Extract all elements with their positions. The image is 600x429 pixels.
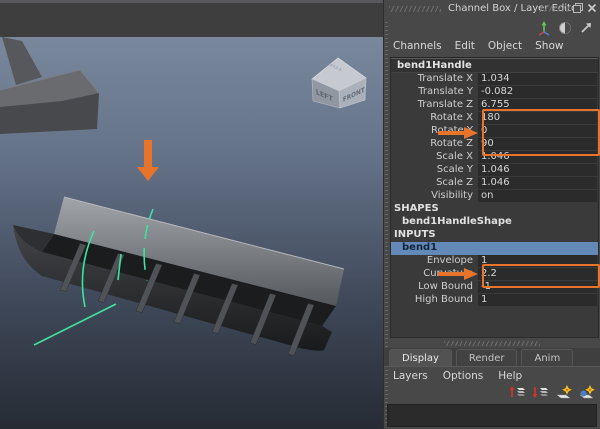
channel-row-scale-z[interactable]: Scale Z1.046 [391,177,598,190]
speed-dial-icon[interactable] [558,21,572,35]
panel-titlebar[interactable]: Channel Box / Layer Editor [384,0,600,18]
viewport-top-edge [0,0,383,3]
channel-box-panel: Channel Box / Layer Editor [383,0,600,429]
viewport-canvas[interactable]: LEFT FRONT TOP [0,0,383,429]
channel-value-rotate-x[interactable]: 180 [478,112,597,124]
tab-display[interactable]: Display [389,349,452,366]
hyperbolic-arrow-icon[interactable] [579,21,593,35]
channel-label-envelope[interactable]: Envelope [391,255,478,268]
channel-label-rotate-y[interactable]: Rotate Y [391,125,478,138]
channel-value-translate-x[interactable]: 1.034 [478,73,597,85]
channel-value-translate-z[interactable]: 6.755 [478,99,597,111]
channel-value-scale-y[interactable]: 1.046 [478,164,597,176]
layer-list-empty[interactable] [387,404,597,427]
channel-value-visibility[interactable]: on [478,190,597,202]
channel-row-rotate-z[interactable]: Rotate Z90 [391,138,598,151]
channel-value-rotate-y[interactable]: 0 [478,125,597,137]
channel-row-translate-z[interactable]: Translate Z6.755 [391,99,598,112]
channel-label-scale-y[interactable]: Scale Y [391,164,478,177]
node-header-bend1handle[interactable]: bend1Handle [391,58,598,73]
titlebar-drag-texture[interactable] [389,6,441,12]
channel-value-scale-x[interactable]: 1.046 [478,151,597,163]
channel-row-high-bound[interactable]: High Bound1 [391,294,598,307]
channel-value-envelope[interactable]: 1 [478,255,597,267]
close-panel-button[interactable] [586,2,598,14]
channel-row-rotate-x[interactable]: Rotate X180 [391,112,598,125]
move-layer-down-icon[interactable] [532,384,549,400]
channel-row-rotate-y[interactable]: Rotate Y0 [391,125,598,138]
channel-row-envelope[interactable]: Envelope1 [391,255,598,268]
channel-label-translate-y[interactable]: Translate Y [391,86,478,99]
menu-layers[interactable]: Layers [393,370,428,384]
restore-window-button[interactable] [572,2,584,14]
channel-label-translate-x[interactable]: Translate X [391,73,478,86]
channel-box: bend1Handle Translate X1.034Translate Y-… [390,57,599,338]
channelbox-menubar: Channels Edit Object Show [393,40,563,52]
section-row-shapes[interactable]: SHAPES [391,203,598,216]
channel-value-scale-z[interactable]: 1.046 [478,177,597,189]
channel-row-translate-x[interactable]: Translate X1.034 [391,73,598,86]
menu-show[interactable]: Show [535,40,563,52]
channel-value-curvature[interactable]: 2.2 [478,268,597,280]
titlebar-drag-texture[interactable] [538,6,570,12]
manipulator-axis-icon[interactable] [537,20,551,36]
tab-anim[interactable]: Anim [521,349,573,366]
channel-label-rotate-x[interactable]: Rotate X [391,112,478,125]
new-empty-layer-icon[interactable] [555,384,572,400]
channel-label-scale-z[interactable]: Scale Z [391,177,478,190]
channel-label-curvature[interactable]: Curvature [391,268,478,281]
channel-label-high-bound[interactable]: High Bound [391,294,478,307]
maya-window: LEFT FRONT TOP Channel Box / Layer Edito… [0,0,600,429]
channel-row-scale-x[interactable]: Scale X1.046 [391,151,598,164]
channel-row-curvature[interactable]: Curvature2.2 [391,268,598,281]
channel-label-visibility[interactable]: Visibility [391,190,478,203]
channel-value-low-bound[interactable]: -1 [478,281,597,293]
channel-row-low-bound[interactable]: Low Bound-1 [391,281,598,294]
channelbox-tool-icons [537,19,593,37]
menu-options[interactable]: Options [443,370,484,384]
layer-editor: Display Render Anim Layers Options Help [384,348,600,429]
layer-editor-menubar: Layers Options Help [384,367,600,384]
tab-render[interactable]: Render [456,349,518,366]
section-row-inputs[interactable]: INPUTS [391,229,598,242]
new-layer-from-selected-icon[interactable] [578,384,595,400]
panel-splitter-handle[interactable] [444,341,540,346]
viewport-background [0,0,383,429]
channel-rows: Translate X1.034Translate Y-0.082Transla… [391,73,598,307]
channel-label-rotate-z[interactable]: Rotate Z [391,138,478,151]
channel-row-visibility[interactable]: Visibilityon [391,190,598,203]
channel-value-rotate-z[interactable]: 90 [478,138,597,150]
channel-label-low-bound[interactable]: Low Bound [391,281,478,294]
bend1handleshape-label: bend1HandleShape [391,216,512,229]
layer-editor-toolbar [384,384,600,402]
node-row-bend1handleshape[interactable]: bend1HandleShape [391,216,598,229]
inputs-label: INPUTS [391,229,436,242]
selected-row-bend1[interactable]: bend1 [391,242,598,255]
channel-label-scale-x[interactable]: Scale X [391,151,478,164]
channel-value-high-bound[interactable]: 1 [478,294,597,306]
shapes-label: SHAPES [391,203,439,216]
bend1-label: bend1 [391,242,437,255]
top-slab-object[interactable] [0,3,383,37]
menu-channels[interactable]: Channels [393,40,442,52]
menu-edit[interactable]: Edit [455,40,475,52]
move-layer-up-icon[interactable] [509,384,526,400]
menu-help[interactable]: Help [498,370,522,384]
channel-label-translate-z[interactable]: Translate Z [391,99,478,112]
channel-row-scale-y[interactable]: Scale Y1.046 [391,164,598,177]
menu-object[interactable]: Object [488,40,522,52]
layer-editor-tabs: Display Render Anim [384,348,600,367]
channel-row-translate-y[interactable]: Translate Y-0.082 [391,86,598,99]
channel-value-translate-y[interactable]: -0.082 [478,86,597,98]
